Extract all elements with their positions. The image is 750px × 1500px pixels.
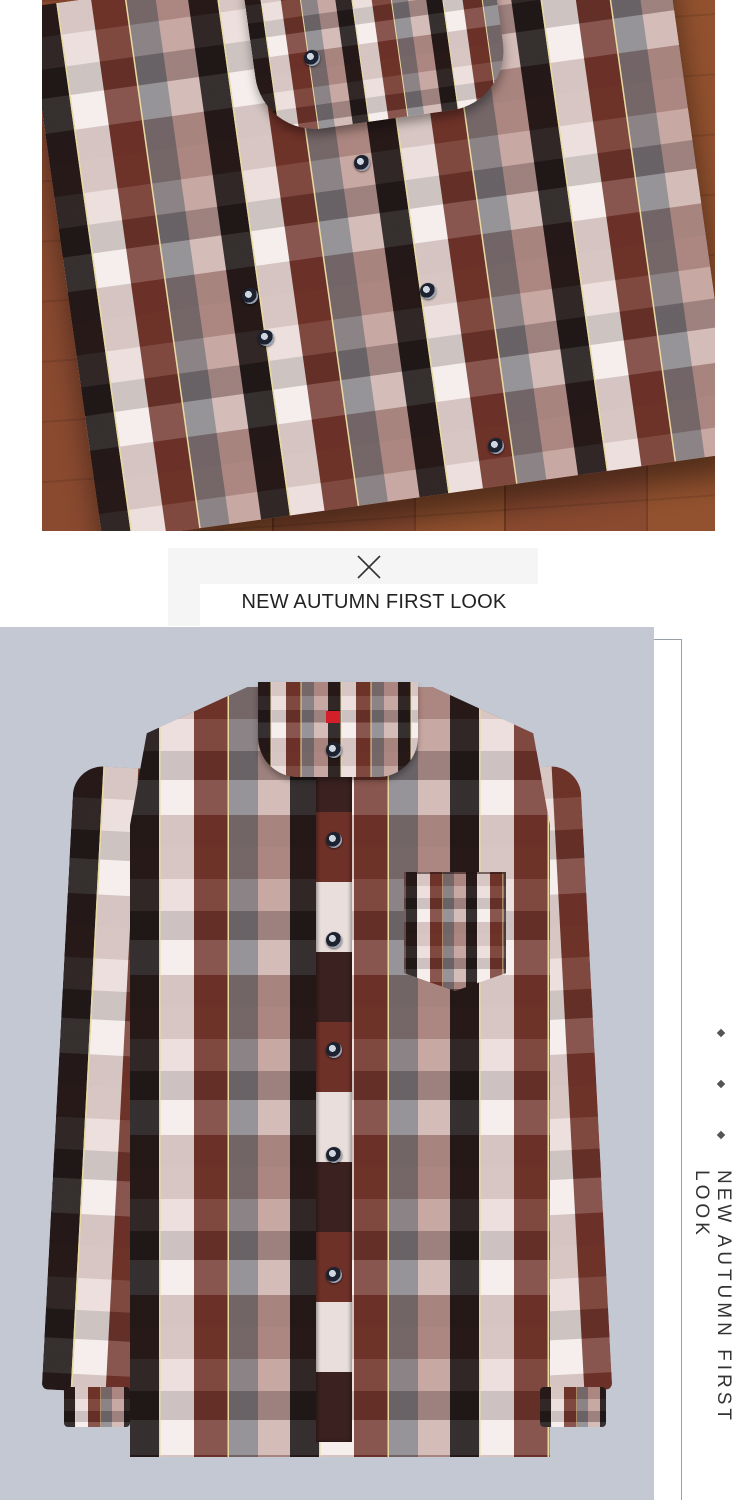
cuff-button (258, 330, 274, 346)
left-cuff (64, 1387, 130, 1427)
shirt-placket (316, 762, 352, 1442)
shirt-button (326, 1042, 342, 1058)
shirt-button (420, 283, 436, 299)
cuff-button (242, 288, 258, 304)
x-mark-icon (357, 555, 381, 579)
diamond-dot-icon (716, 1028, 726, 1038)
shirt-button (326, 742, 342, 758)
shirt-button (354, 155, 370, 171)
diamond-dot-icon (716, 1130, 726, 1140)
shirt-collar (258, 682, 418, 777)
shirt-button (488, 438, 504, 454)
shirt-button (326, 832, 342, 848)
shirt-button (326, 1267, 342, 1283)
size-label-tag (326, 711, 340, 723)
diamond-dots (714, 1028, 728, 1183)
frame-line (654, 639, 682, 640)
frame-line (681, 639, 682, 1500)
shirt-button (326, 1147, 342, 1163)
right-cuff (540, 1387, 606, 1427)
side-caption: NEW AUTUMN FIRST LOOK (691, 1170, 734, 1424)
product-photo-front (0, 627, 654, 1500)
banner-title: NEW AUTUMN FIRST LOOK (241, 591, 507, 613)
shirt-button (326, 932, 342, 948)
product-photo-folded (42, 0, 715, 531)
diamond-dot-icon (716, 1079, 726, 1089)
chest-pocket (404, 872, 506, 991)
shirt-button (304, 50, 320, 66)
